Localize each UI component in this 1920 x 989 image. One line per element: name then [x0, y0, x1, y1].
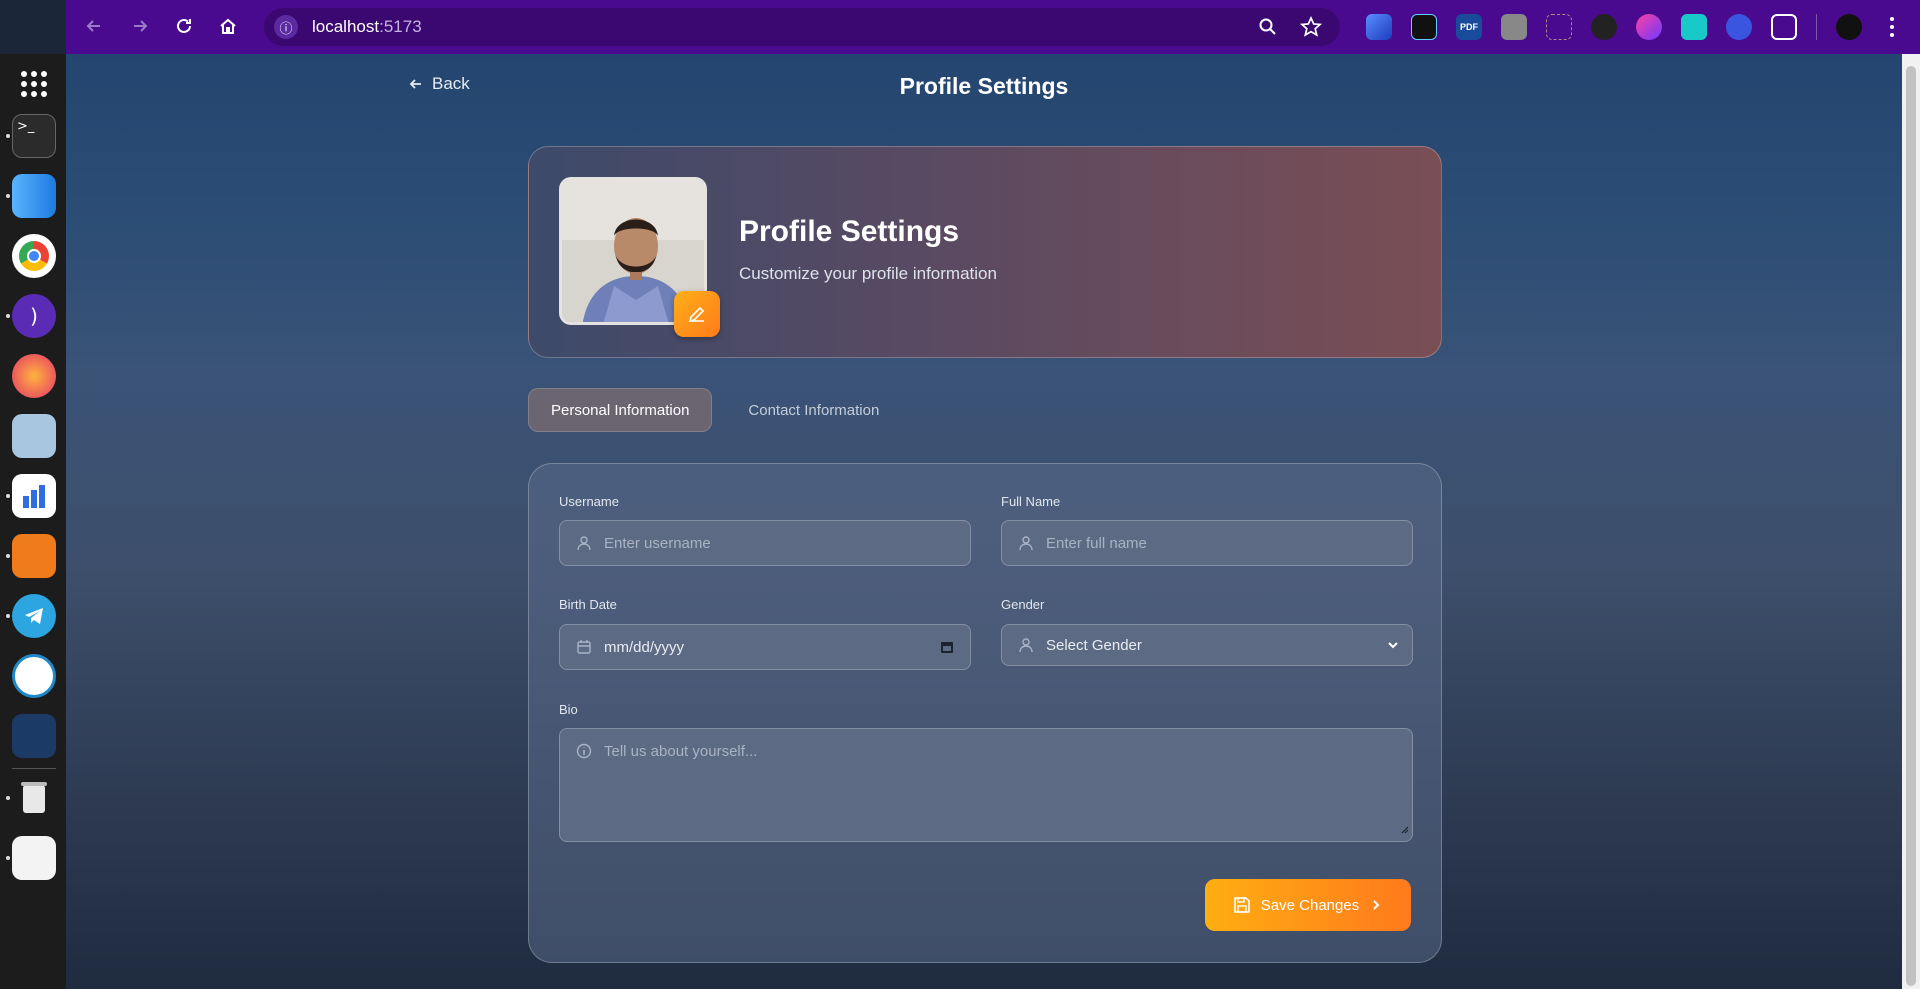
finder-icon[interactable]	[12, 174, 56, 218]
gamepad-ext-icon[interactable]	[1411, 14, 1437, 40]
bot-ext-icon[interactable]	[1726, 14, 1752, 40]
running-indicator	[6, 134, 10, 138]
firefox-icon[interactable]	[12, 354, 56, 398]
apps-grid-icon[interactable]	[12, 62, 56, 106]
full-name-label: Full Name	[1001, 494, 1061, 509]
text-editor-icon[interactable]	[12, 836, 56, 880]
dock-divider	[12, 768, 56, 769]
profile-settings-page: Back Profile Settings Profile Settings C…	[66, 54, 1902, 989]
username-field[interactable]: Enter username	[559, 520, 971, 566]
trash-icon[interactable]	[12, 776, 56, 820]
podcast-icon[interactable]: )	[12, 294, 56, 338]
forward-nav-button[interactable]	[122, 8, 158, 44]
running-indicator	[6, 494, 10, 498]
address-bar[interactable]: ⓘ localhost:5173	[264, 8, 1340, 46]
hero-title: Profile Settings	[739, 215, 960, 248]
terminal-icon[interactable]: >_	[12, 114, 56, 158]
page-header: Back Profile Settings	[66, 54, 1902, 114]
toolbar-divider	[1816, 14, 1817, 40]
tab-personal-information[interactable]: Personal Information	[528, 388, 713, 432]
save-changes-button[interactable]: Save Changes	[1205, 879, 1411, 931]
chevron-down-icon	[1386, 638, 1400, 656]
pencil-ext-icon[interactable]	[1366, 14, 1392, 40]
arrow-left-icon	[86, 20, 100, 32]
birth-date-value: mm/dd/yyyy	[604, 638, 685, 656]
telegram-icon[interactable]	[12, 594, 56, 638]
bio-textarea[interactable]: Tell us about yourself...	[559, 728, 1413, 842]
floppy-disk-icon	[1233, 897, 1250, 913]
gender-label: Gender	[1001, 597, 1045, 612]
browser-toolbar: ⓘ localhost:5173 PDF	[66, 0, 1920, 54]
reload-icon	[177, 18, 191, 33]
calendar-icon	[576, 639, 592, 655]
user-icon	[576, 535, 592, 551]
charts-icon[interactable]	[12, 474, 56, 518]
os-dock: >_ )	[0, 54, 66, 989]
running-indicator	[6, 614, 10, 618]
username-placeholder: Enter username	[604, 534, 711, 552]
running-indicator	[6, 554, 10, 558]
full-name-placeholder: Enter full name	[1046, 534, 1147, 552]
chrome-icon[interactable]	[12, 234, 56, 278]
menu-kebab-icon[interactable]	[1882, 14, 1902, 40]
page-scrollbar[interactable]	[1902, 54, 1920, 989]
running-indicator	[6, 314, 10, 318]
back-nav-button[interactable]	[76, 8, 112, 44]
running-indicator	[6, 194, 10, 198]
profile-tabs: Personal Information Contact Information	[528, 388, 901, 432]
reload-button[interactable]	[166, 8, 202, 44]
profile-avatar[interactable]	[1836, 14, 1862, 40]
running-indicator	[6, 796, 10, 800]
user-icon	[1018, 637, 1034, 653]
resize-handle-icon[interactable]	[1399, 821, 1409, 838]
page-title: Profile Settings	[899, 73, 1069, 99]
save-changes-label: Save Changes	[1260, 896, 1360, 914]
url-host: localhost	[312, 17, 380, 36]
url-port: :5173	[379, 17, 422, 36]
bookmark-star-icon[interactable]	[1299, 15, 1323, 43]
date-picker-icon[interactable]	[940, 640, 954, 658]
profile-hero-card: Profile Settings Customize your profile …	[528, 146, 1442, 358]
chevron-right-icon	[1373, 900, 1380, 910]
birth-date-field[interactable]: mm/dd/yyyy	[559, 624, 971, 670]
username-label: Username	[559, 494, 619, 509]
ai-ext-icon[interactable]	[1636, 14, 1662, 40]
birth-date-label: Birth Date	[559, 597, 617, 612]
hero-subtitle: Customize your profile information	[739, 264, 997, 283]
camera-ext-icon[interactable]	[1501, 14, 1527, 40]
edit-avatar-button[interactable]	[674, 291, 720, 337]
arrow-right-icon	[134, 20, 148, 32]
user-icon	[1018, 535, 1034, 551]
home-button[interactable]	[210, 8, 246, 44]
gender-select[interactable]: Select Gender	[1001, 624, 1413, 666]
zoom-icon[interactable]	[1258, 17, 1278, 42]
running-indicator	[6, 856, 10, 860]
steam-icon[interactable]	[12, 714, 56, 758]
remote-icon[interactable]	[12, 654, 56, 698]
anime-avatar-icon[interactable]	[12, 414, 56, 458]
vlc-icon[interactable]	[12, 534, 56, 578]
bracket-ext-icon[interactable]	[1681, 14, 1707, 40]
scrollbar-thumb[interactable]	[1906, 66, 1916, 986]
pdf-ext-icon[interactable]: PDF	[1456, 14, 1482, 40]
site-info-icon[interactable]: ⓘ	[274, 15, 298, 39]
full-name-field[interactable]: Enter full name	[1001, 520, 1413, 566]
bio-placeholder: Tell us about yourself...	[604, 743, 758, 760]
personal-info-form: Username Enter username Full Name Enter …	[528, 463, 1442, 963]
capture-ext-icon[interactable]	[1546, 14, 1572, 40]
bio-label: Bio	[559, 702, 578, 717]
pencil-icon	[688, 306, 705, 323]
feather-ext-icon[interactable]	[1591, 14, 1617, 40]
tab-contact-information[interactable]: Contact Information	[726, 388, 901, 432]
info-icon	[576, 743, 592, 759]
puzzle-icon[interactable]	[1771, 14, 1797, 40]
home-icon	[220, 18, 236, 34]
gender-value: Select Gender	[1046, 636, 1142, 654]
